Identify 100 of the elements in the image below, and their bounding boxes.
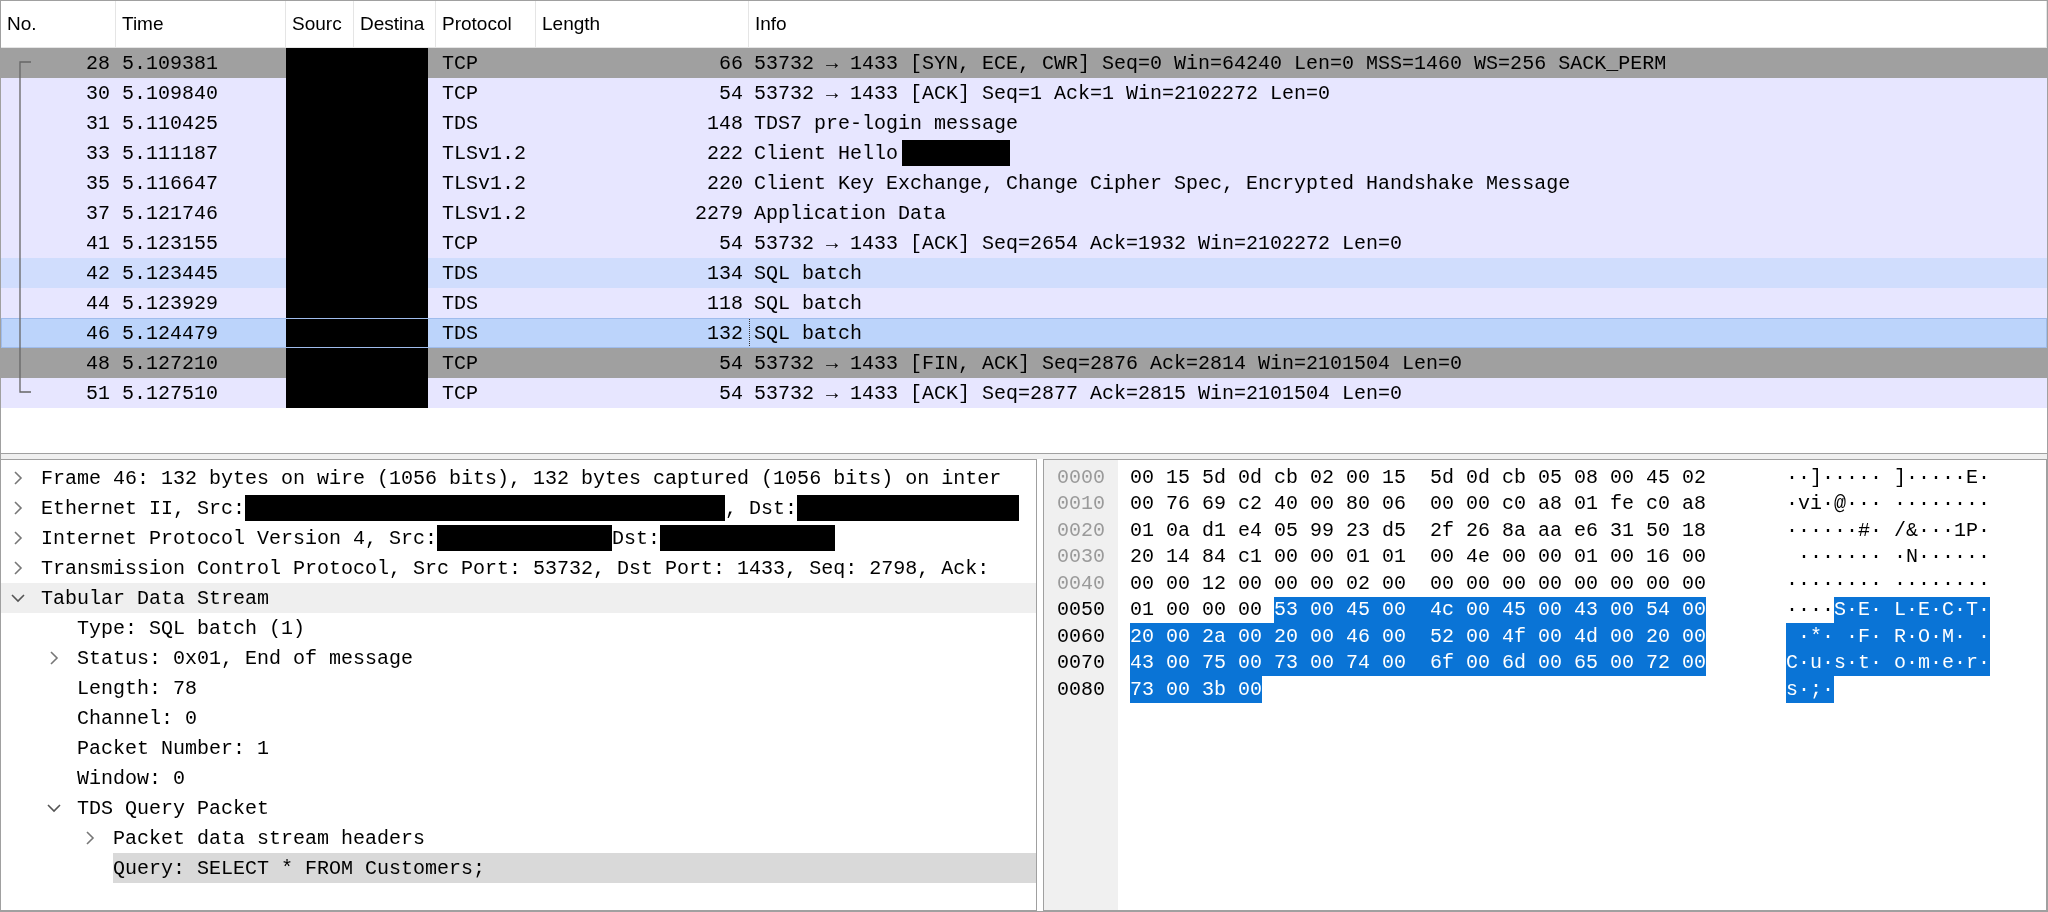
ascii-text[interactable]: ······· ·N······: [1786, 543, 1991, 570]
packet-row[interactable]: 51 5.127510 TCP 54 53732 → 1433 [ACK] Seq=2877 Ack=2815 Win=2101504 Len=0: [1, 378, 2047, 408]
hex-bytes[interactable]: 00 76 69 c2 40 00 80 06 00 00 c0 a8 01 fe c0 a8: [1130, 490, 1707, 517]
ascii-text[interactable]: ·vi·@··· ········: [1786, 490, 1991, 517]
hex-bytes[interactable]: 01 0a d1 e4 05 99 23 d5 2f 26 8a aa e6 31 50 18: [1130, 517, 1707, 544]
packet-row[interactable]: 41 5.123155 TCP 54 53732 → 1433 [ACK] Seq=2654 Ack=1932 Win=2102272 Len=0: [1, 228, 2047, 258]
packet-time: 5.110425: [122, 111, 218, 135]
packet-row[interactable]: 33 5.111187 TLSv1.2 222 Client Hello: [1, 138, 2047, 168]
packet-protocol: TLSv1.2: [442, 201, 526, 225]
packet-row[interactable]: 31 5.110425 TDS 148 TDS7 pre-login message: [1, 108, 2047, 138]
tree-item-label[interactable]: Internet Protocol Version 4, Src:: [41, 526, 438, 550]
packet-time: 5.127210: [122, 351, 218, 375]
tree-item-label[interactable]: , Dst:: [725, 496, 798, 520]
packet-number: 44: [86, 291, 110, 315]
tree-item-label[interactable]: Transmission Control Protocol, Src Port: 53732, Dst Port: 1433, Seq: 2798, Ack:: [41, 556, 990, 580]
packet-info: TDS7 pre-login message: [754, 111, 1019, 135]
tree-item-label[interactable]: Channel: 0: [77, 706, 198, 730]
hex-offset: 0020: [1056, 517, 1106, 544]
tree-item-label[interactable]: Status: 0x01, End of message: [77, 646, 414, 670]
packet-row[interactable]: 42 5.123445 TDS 134 SQL batch: [1, 258, 2047, 288]
tree-item-label[interactable]: Packet data stream headers: [113, 826, 426, 850]
packet-protocol: TCP: [442, 51, 478, 75]
packet-info: 53732 → 1433 [FIN, ACK] Seq=2876 Ack=2814 Win=2101504 Len=0: [754, 351, 1463, 375]
hex-offset: 0070: [1056, 650, 1106, 676]
packet-protocol: TCP: [442, 351, 478, 375]
hex-offset: 0010: [1056, 491, 1106, 517]
ascii-text[interactable]: ····: [1786, 596, 1834, 623]
ascii-text[interactable]: C·u·s·t· o·m·e·r·: [1786, 649, 1991, 676]
packet-protocol: TCP: [442, 381, 478, 405]
packet-time: 5.121746: [122, 201, 218, 225]
hex-offset: 0080: [1056, 676, 1106, 703]
ascii-text[interactable]: ·*· ·F· R·O·M· ·: [1786, 623, 1991, 650]
hex-offset: 0060: [1056, 623, 1106, 650]
packet-info: 53732 → 1433 [ACK] Seq=2877 Ack=2815 Win=2101504 Len=0: [754, 381, 1403, 405]
column-header[interactable]: Protocol: [436, 1, 536, 47]
packet-row[interactable]: 35 5.116647 TLSv1.2 220 Client Key Exchange, Change Cipher Spec, Encrypted Handshake Message: [1, 168, 2047, 198]
tree-item-label[interactable]: Dst:: [612, 526, 661, 550]
packet-row[interactable]: 44 5.123929 TDS 118 SQL batch: [1, 288, 2047, 318]
column-header[interactable]: Info: [749, 1, 2047, 47]
hex-bytes[interactable]: 53 00 45 00 4c 00 45 00 43 00 54 00: [1274, 596, 1707, 623]
packet-length: 2279: [695, 201, 743, 225]
packet-protocol: TCP: [442, 81, 478, 105]
packet-protocol: TDS: [442, 321, 478, 345]
hex-bytes[interactable]: 20 14 84 c1 00 00 01 01 00 4e 00 00 01 00 16 00: [1130, 543, 1707, 570]
column-header[interactable]: Destina: [354, 1, 436, 47]
ascii-text[interactable]: ········ ········: [1786, 570, 1991, 597]
hex-bytes[interactable]: 01 00 00 00: [1130, 596, 1275, 623]
hex-offset: 0040: [1056, 570, 1106, 597]
ascii-text[interactable]: ··]····· ]·····E·: [1786, 464, 1991, 491]
hex-offset: 0000: [1056, 464, 1106, 491]
packet-row[interactable]: 28 5.109381 TCP 66 53732 → 1433 [SYN, ECE, CWR] Seq=0 Win=64240 Len=0 MSS=1460 WS=256 SACK_PERM: [1, 48, 2047, 78]
column-header[interactable]: No.: [1, 1, 116, 47]
packet-length: 220: [707, 171, 743, 195]
ascii-text[interactable]: ······#· /&···1P·: [1786, 517, 1991, 544]
hex-bytes[interactable]: 20 00 2a 00 20 00 46 00 52 00 4f 00 4d 00 20 00: [1130, 623, 1707, 650]
ascii-text[interactable]: s·;·: [1786, 676, 1834, 703]
hex-bytes[interactable]: 00 15 5d 0d cb 02 00 15 5d 0d cb 05 08 00 45 02: [1130, 464, 1707, 491]
packet-number: 31: [86, 111, 110, 135]
hex-bytes[interactable]: 43 00 75 00 73 00 74 00 6f 00 6d 00 65 00 72 00: [1130, 649, 1707, 676]
packet-number: 46: [86, 321, 110, 345]
packet-info: SQL batch: [754, 321, 863, 345]
packet-info: SQL batch: [754, 261, 863, 285]
ascii-text[interactable]: S·E· L·E·C·T·: [1834, 596, 1991, 623]
column-header[interactable]: Time: [116, 1, 286, 47]
packet-protocol: TCP: [442, 231, 478, 255]
tree-item-label[interactable]: Window: 0: [77, 766, 186, 790]
hex-offset: 0030: [1056, 544, 1106, 570]
packet-length: 66: [719, 51, 743, 75]
packet-info: Application Data: [754, 201, 947, 225]
packet-time: 5.123155: [122, 231, 218, 255]
packet-row[interactable]: 37 5.121746 TLSv1.2 2279 Application Data: [1, 198, 2047, 228]
tree-item-label[interactable]: Length: 78: [77, 676, 198, 700]
hex-bytes[interactable]: 73 00 3b 00: [1130, 676, 1263, 703]
tree-item-label[interactable]: Packet Number: 1: [77, 736, 270, 760]
tree-item-label[interactable]: TDS Query Packet: [77, 796, 270, 820]
packet-length: 54: [719, 231, 743, 255]
packet-info: Client Key Exchange, Change Cipher Spec, Encrypted Handshake Message: [754, 171, 1571, 195]
packet-row[interactable]: 48 5.127210 TCP 54 53732 → 1433 [FIN, ACK] Seq=2876 Ack=2814 Win=2101504 Len=0: [1, 348, 2047, 378]
packet-number: 37: [86, 201, 110, 225]
packet-length: 54: [719, 81, 743, 105]
packet-info: 53732 → 1433 [ACK] Seq=2654 Ack=1932 Win=2102272 Len=0: [754, 231, 1403, 255]
column-header[interactable]: Length: [536, 1, 749, 47]
tree-item-label[interactable]: Tabular Data Stream: [41, 586, 270, 610]
column-header[interactable]: Sourc: [286, 1, 354, 47]
tree-item-label[interactable]: Frame 46: 132 bytes on wire (1056 bits), 132 bytes captured (1056 bits) on inter: [41, 466, 1002, 490]
packet-length: 148: [707, 111, 743, 135]
packet-number: 35: [86, 171, 110, 195]
packet-length: 134: [707, 261, 743, 285]
hex-bytes[interactable]: 00 00 12 00 00 00 02 00 00 00 00 00 00 00 00 00: [1130, 570, 1707, 597]
packet-time: 5.123445: [122, 261, 218, 285]
packet-number: 30: [86, 81, 110, 105]
related-packets-bracket-icon: [19, 61, 31, 393]
packet-row[interactable]: 30 5.109840 TCP 54 53732 → 1433 [ACK] Seq=1 Ack=1 Win=2102272 Len=0: [1, 78, 2047, 108]
packet-number: 28: [86, 51, 110, 75]
packet-number: 42: [86, 261, 110, 285]
packet-row[interactable]: 46 5.124479 TDS 132 SQL batch: [1, 318, 2047, 348]
packet-number: 41: [86, 231, 110, 255]
tree-item-label[interactable]: Ethernet II, Src:: [41, 496, 246, 520]
packet-info: Client Hello: [754, 141, 899, 165]
tree-item-label[interactable]: Type: SQL batch (1): [77, 616, 306, 640]
